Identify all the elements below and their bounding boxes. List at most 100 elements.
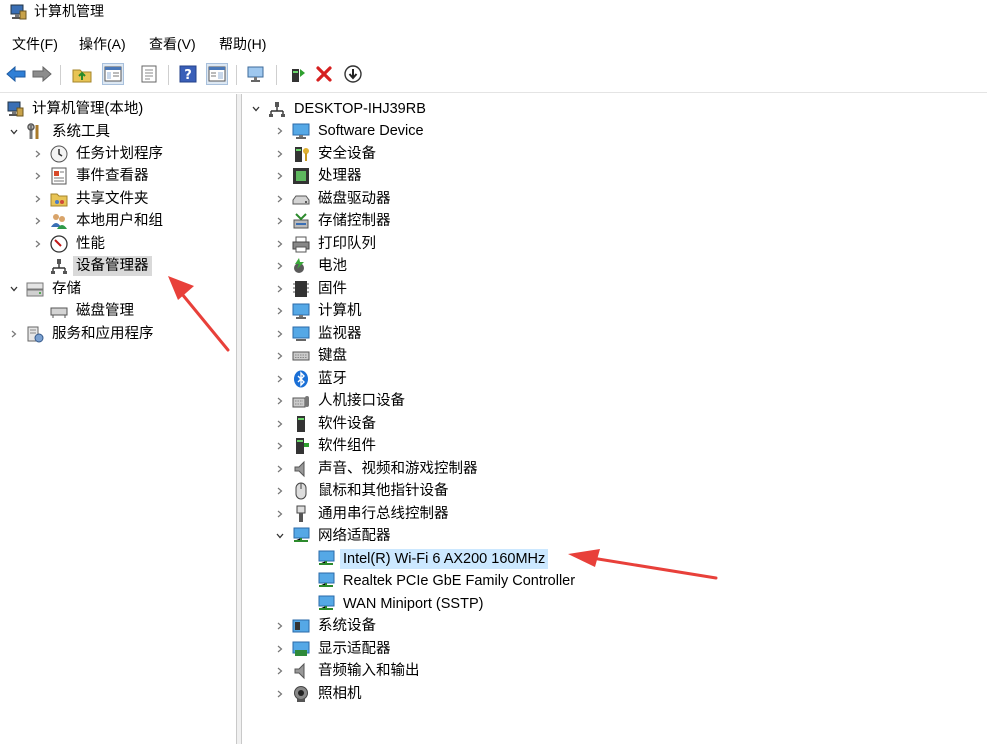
- chevron-right-icon[interactable]: [274, 463, 286, 475]
- view-pane-icon[interactable]: [206, 63, 228, 85]
- device-tree-pane[interactable]: DESKTOP-IHJ39RB Software Device 安全设备 处理器…: [242, 94, 987, 744]
- chevron-right-icon[interactable]: [32, 238, 44, 250]
- menu-view[interactable]: 查看(V): [147, 34, 198, 54]
- uninstall-icon[interactable]: [313, 63, 335, 85]
- device-category[interactable]: 声音、视频和游戏控制器: [274, 458, 481, 480]
- network-adapter-item[interactable]: Intel(R) Wi-Fi 6 AX200 160MHz: [317, 548, 549, 570]
- chevron-down-icon[interactable]: [250, 103, 262, 115]
- menu-file[interactable]: 文件(F): [10, 34, 60, 54]
- chevron-down-icon[interactable]: [8, 283, 20, 295]
- tree-item-system-tools[interactable]: 系统工具: [8, 121, 113, 143]
- chevron-right-icon[interactable]: [274, 440, 286, 452]
- device-category[interactable]: 固件: [274, 278, 350, 300]
- back-arrow-icon[interactable]: [5, 63, 27, 85]
- device-category[interactable]: 计算机: [274, 300, 365, 322]
- forward-arrow-icon[interactable]: [31, 63, 53, 85]
- chevron-down-icon[interactable]: [274, 530, 286, 542]
- left-tree-pane[interactable]: 计算机管理(本地) 系统工具 任务计划程序 事件查看器 共享文件夹 本地用户和组…: [0, 94, 236, 744]
- chevron-right-icon[interactable]: [32, 215, 44, 227]
- tree-label: Software Device: [318, 123, 424, 139]
- chevron-right-icon[interactable]: [274, 148, 286, 160]
- chevron-right-icon[interactable]: [274, 283, 286, 295]
- device-category[interactable]: 鼠标和其他指针设备: [274, 480, 452, 502]
- chevron-right-icon[interactable]: [274, 508, 286, 520]
- software-component-icon: [292, 437, 310, 455]
- device-category[interactable]: 显示适配器: [274, 638, 394, 660]
- chevron-right-icon[interactable]: [274, 688, 286, 700]
- chevron-right-icon[interactable]: [32, 148, 44, 160]
- device-category[interactable]: 处理器: [274, 165, 365, 187]
- device-tree-root[interactable]: DESKTOP-IHJ39RB: [250, 98, 429, 120]
- tools-icon: [26, 123, 44, 141]
- chevron-right-icon[interactable]: [274, 193, 286, 205]
- device-category[interactable]: 蓝牙: [274, 368, 350, 390]
- properties-icon[interactable]: [138, 63, 160, 85]
- tree-root-computer-management[interactable]: 计算机管理(本地): [6, 98, 146, 120]
- help-icon[interactable]: ?: [177, 63, 199, 85]
- chevron-right-icon[interactable]: [274, 643, 286, 655]
- firmware-icon: [292, 280, 310, 298]
- disable-device-icon[interactable]: [342, 63, 364, 85]
- chevron-right-icon[interactable]: [274, 238, 286, 250]
- device-category[interactable]: Software Device: [274, 120, 427, 142]
- computer-tree-icon: [268, 100, 286, 118]
- chevron-right-icon[interactable]: [274, 373, 286, 385]
- device-category-network-adapters[interactable]: 网络适配器: [274, 525, 394, 547]
- device-category[interactable]: 监视器: [274, 323, 365, 345]
- tree-item-shared-folders[interactable]: 共享文件夹: [32, 188, 152, 210]
- device-category[interactable]: 系统设备: [274, 615, 379, 637]
- tree-item-disk-management[interactable]: 磁盘管理: [50, 300, 137, 322]
- device-category[interactable]: 打印队列: [274, 233, 379, 255]
- device-category[interactable]: 软件组件: [274, 435, 379, 457]
- device-category[interactable]: 音频输入和输出: [274, 660, 423, 682]
- computer-icon: [292, 302, 310, 320]
- menu-help[interactable]: 帮助(H): [217, 34, 268, 54]
- storage-icon: [26, 280, 44, 298]
- chevron-right-icon[interactable]: [32, 193, 44, 205]
- device-category[interactable]: 照相机: [274, 683, 365, 705]
- toolbar: ?: [0, 58, 987, 93]
- chevron-right-icon[interactable]: [274, 350, 286, 362]
- update-driver-icon[interactable]: [286, 63, 308, 85]
- scan-hardware-icon[interactable]: [245, 63, 267, 85]
- chevron-right-icon[interactable]: [274, 305, 286, 317]
- up-folder-icon[interactable]: [71, 63, 93, 85]
- processor-icon: [292, 167, 310, 185]
- chevron-right-icon[interactable]: [274, 395, 286, 407]
- tree-item-event-viewer[interactable]: 事件查看器: [32, 165, 152, 187]
- menu-action[interactable]: 操作(A): [77, 34, 128, 54]
- device-category[interactable]: 安全设备: [274, 143, 379, 165]
- device-category[interactable]: 通用串行总线控制器: [274, 503, 452, 525]
- chevron-down-icon[interactable]: [8, 126, 20, 138]
- show-hide-tree-icon[interactable]: [102, 63, 124, 85]
- chevron-right-icon[interactable]: [274, 260, 286, 272]
- device-category[interactable]: 软件设备: [274, 413, 379, 435]
- chevron-right-icon[interactable]: [32, 170, 44, 182]
- chevron-right-icon[interactable]: [274, 215, 286, 227]
- network-adapter-item[interactable]: WAN Miniport (SSTP): [317, 593, 486, 615]
- chevron-right-icon[interactable]: [274, 485, 286, 497]
- tree-item-task-scheduler[interactable]: 任务计划程序: [32, 143, 166, 165]
- chevron-right-icon[interactable]: [274, 665, 286, 677]
- chevron-right-icon[interactable]: [274, 328, 286, 340]
- chevron-right-icon[interactable]: [274, 418, 286, 430]
- tree-label: 网络适配器: [318, 528, 391, 544]
- device-category[interactable]: 磁盘驱动器: [274, 188, 394, 210]
- tree-item-device-manager[interactable]: 设备管理器: [50, 255, 152, 277]
- tree-item-services-apps[interactable]: 服务和应用程序: [8, 323, 157, 345]
- tree-item-performance[interactable]: 性能: [32, 233, 108, 255]
- network-adapter-item[interactable]: Realtek PCIe GbE Family Controller: [317, 570, 578, 592]
- tree-item-local-users-groups[interactable]: 本地用户和组: [32, 210, 166, 232]
- chevron-right-icon[interactable]: [274, 170, 286, 182]
- device-category[interactable]: 电池: [274, 255, 350, 277]
- tree-label: 存储: [52, 281, 81, 297]
- chevron-right-icon[interactable]: [274, 125, 286, 137]
- device-category[interactable]: 键盘: [274, 345, 350, 367]
- tree-item-storage[interactable]: 存储: [8, 278, 84, 300]
- chevron-right-icon[interactable]: [274, 620, 286, 632]
- usb-icon: [292, 505, 310, 523]
- device-category[interactable]: 人机接口设备: [274, 390, 408, 412]
- svg-text:?: ?: [184, 68, 192, 83]
- device-category[interactable]: 存储控制器: [274, 210, 394, 232]
- chevron-right-icon[interactable]: [8, 328, 20, 340]
